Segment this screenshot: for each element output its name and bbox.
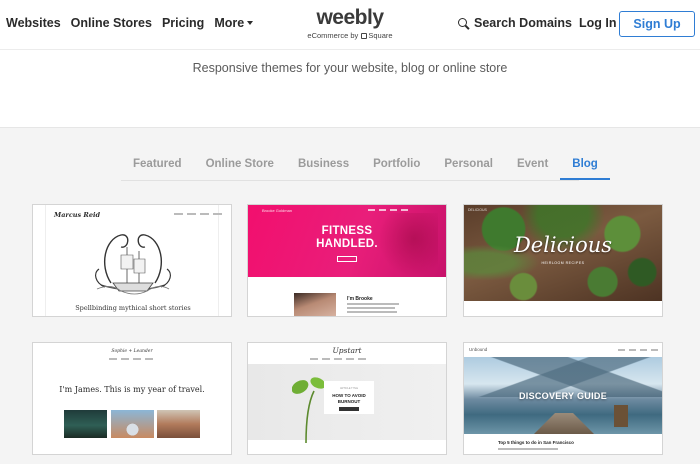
chevron-down-icon [247, 21, 254, 25]
theme-card-unbound[interactable]: Unbound DISCOVERY GUIDE Top 5 things to … [463, 342, 663, 455]
article-kicker: ARTICLE TITLE [340, 387, 358, 390]
preview-nav [310, 358, 366, 360]
kraken-ship-illustration [95, 234, 171, 295]
text-line [347, 307, 395, 309]
text-line [347, 311, 397, 313]
page-tagline: Responsive themes for your website, blog… [192, 61, 508, 75]
theme-caption: Spellbinding mythical short stories [75, 304, 191, 312]
fitness-hero: Brooke Goldman FITNESS HANDLED. [248, 205, 446, 277]
profile-photo [294, 293, 336, 316]
login-link[interactable]: Log In [579, 16, 617, 30]
wooden-post [614, 405, 628, 427]
tab-blog[interactable]: Blog [560, 158, 610, 180]
logo-subtitle: eCommerce by Square [300, 31, 400, 40]
tab-portfolio[interactable]: Portfolio [361, 158, 432, 180]
tab-event[interactable]: Event [505, 158, 560, 180]
theme-card-fitness[interactable]: Brooke Goldman FITNESS HANDLED. I'm Broo… [247, 204, 447, 317]
tab-featured[interactable]: Featured [121, 158, 194, 180]
hero-script-title: Delicious [513, 233, 613, 257]
hero-headline-line-1: FITNESS [321, 225, 373, 237]
read-more-button [339, 407, 359, 411]
nav-websites[interactable]: Websites [6, 16, 61, 30]
logo-wordmark: weebly [316, 6, 384, 29]
signup-button[interactable]: Sign Up [619, 11, 695, 37]
hero-button [337, 256, 357, 262]
theme-card-marcus-reid[interactable]: Marcus Reid Spellbinding mythical short … [32, 204, 232, 317]
preview-nav [174, 213, 222, 215]
tabs-divider [121, 180, 579, 181]
main-nav: Websites Online Stores Pricing More [6, 16, 254, 30]
hero-headline-line-2: HANDLED. [316, 238, 378, 250]
canyon-photo [157, 410, 200, 438]
theme-brand: Brooke Goldman [262, 208, 293, 213]
arch-photo [111, 410, 154, 438]
nav-pricing[interactable]: Pricing [162, 16, 204, 30]
weebly-logo[interactable]: weebly eCommerce by Square [300, 6, 400, 41]
search-domains-link[interactable]: Search Domains [458, 16, 572, 30]
logo-sub-right: Square [368, 31, 393, 40]
nav-online-stores[interactable]: Online Stores [71, 16, 152, 30]
logo-sub-left: eCommerce by [307, 31, 359, 40]
tab-personal[interactable]: Personal [432, 158, 505, 180]
tab-online-store[interactable]: Online Store [194, 158, 286, 180]
nav-more[interactable]: More [214, 16, 254, 30]
tab-business[interactable]: Business [286, 158, 361, 180]
theme-brand: DELICIOUS [468, 208, 487, 212]
theme-category-tabs: Featured Online Store Business Portfolio… [121, 158, 610, 180]
blog-headline: I'm James. This is my year of travel. [59, 385, 205, 394]
theme-brand: Marcus Reid [54, 211, 100, 219]
theme-card-delicious[interactable]: DELICIOUS Delicious HEIRLOOM RECIPES [463, 204, 663, 317]
theme-gallery: Featured Online Store Business Portfolio… [0, 127, 700, 464]
forest-photo [64, 410, 107, 438]
header-divider [0, 49, 700, 50]
article-card: ARTICLE TITLE HOW TO AVOID BURNOUT [324, 381, 374, 414]
search-domains-label: Search Domains [474, 16, 572, 30]
search-icon [458, 17, 469, 29]
preview-nav [109, 358, 153, 360]
hero-title: DISCOVERY GUIDE [518, 391, 608, 401]
nav-more-label: More [214, 16, 245, 30]
hero-subtitle: HEIRLOOM RECIPES [541, 261, 585, 265]
theme-card-upstart[interactable]: Upstart ARTICLE TITLE HOW TO AVOID BURNO… [247, 342, 447, 455]
square-logo-icon [361, 32, 368, 39]
theme-card-travel[interactable]: Sophie + Leander I'm James. This is my y… [32, 342, 232, 455]
theme-brand: Upstart [332, 346, 362, 355]
site-header: Websites Online Stores Pricing More weeb… [0, 0, 700, 50]
article-title-line-2: BURNOUT [337, 399, 361, 404]
preview-nav [618, 349, 658, 351]
article-title-line-1: HOW TO AVOID [332, 393, 366, 398]
post-caption: Top 5 things to do in San Francisco [498, 440, 574, 445]
theme-brand: Sophie + Leander [111, 349, 153, 354]
theme-brand: Unbound [469, 347, 488, 352]
text-line [498, 448, 558, 450]
text-line [347, 303, 399, 305]
theme-preview: Marcus Reid Spellbinding mythical short … [45, 205, 222, 316]
preview-nav [368, 209, 408, 211]
profile-name: I'm Brooke [347, 296, 373, 302]
